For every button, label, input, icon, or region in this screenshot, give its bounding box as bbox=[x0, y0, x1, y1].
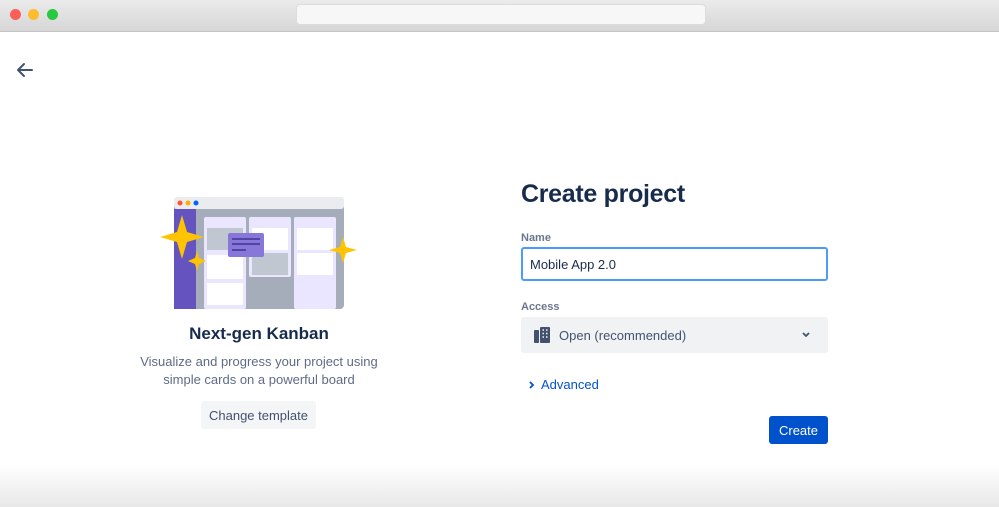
close-window-button[interactable] bbox=[10, 9, 21, 20]
change-template-button[interactable]: Change template bbox=[201, 401, 316, 429]
page-title: Create project bbox=[521, 180, 685, 208]
minimize-window-button[interactable] bbox=[28, 9, 39, 20]
chevron-right-icon bbox=[529, 381, 535, 389]
description-line: Visualize and progress your project usin… bbox=[140, 354, 378, 369]
create-button[interactable]: Create bbox=[769, 416, 828, 444]
address-bar[interactable] bbox=[296, 4, 706, 25]
building-icon bbox=[534, 327, 550, 343]
bottom-shade bbox=[0, 465, 999, 507]
name-label: Name bbox=[521, 232, 551, 244]
chevron-down-icon bbox=[802, 332, 810, 338]
kanban-illustration bbox=[160, 197, 357, 309]
maximize-window-button[interactable] bbox=[47, 9, 58, 20]
access-label: Access bbox=[521, 301, 560, 313]
access-value: Open (recommended) bbox=[559, 328, 687, 343]
advanced-label: Advanced bbox=[541, 377, 599, 392]
description-line: simple cards on a powerful board bbox=[163, 372, 355, 387]
project-name-input[interactable] bbox=[521, 247, 828, 281]
back-arrow-icon[interactable] bbox=[14, 59, 36, 81]
template-description: Visualize and progress your project usin… bbox=[130, 353, 388, 389]
window-titlebar bbox=[0, 0, 999, 32]
advanced-toggle[interactable]: Advanced bbox=[527, 377, 599, 392]
template-name: Next-gen Kanban bbox=[189, 324, 329, 343]
access-select[interactable]: Open (recommended) bbox=[521, 317, 828, 353]
